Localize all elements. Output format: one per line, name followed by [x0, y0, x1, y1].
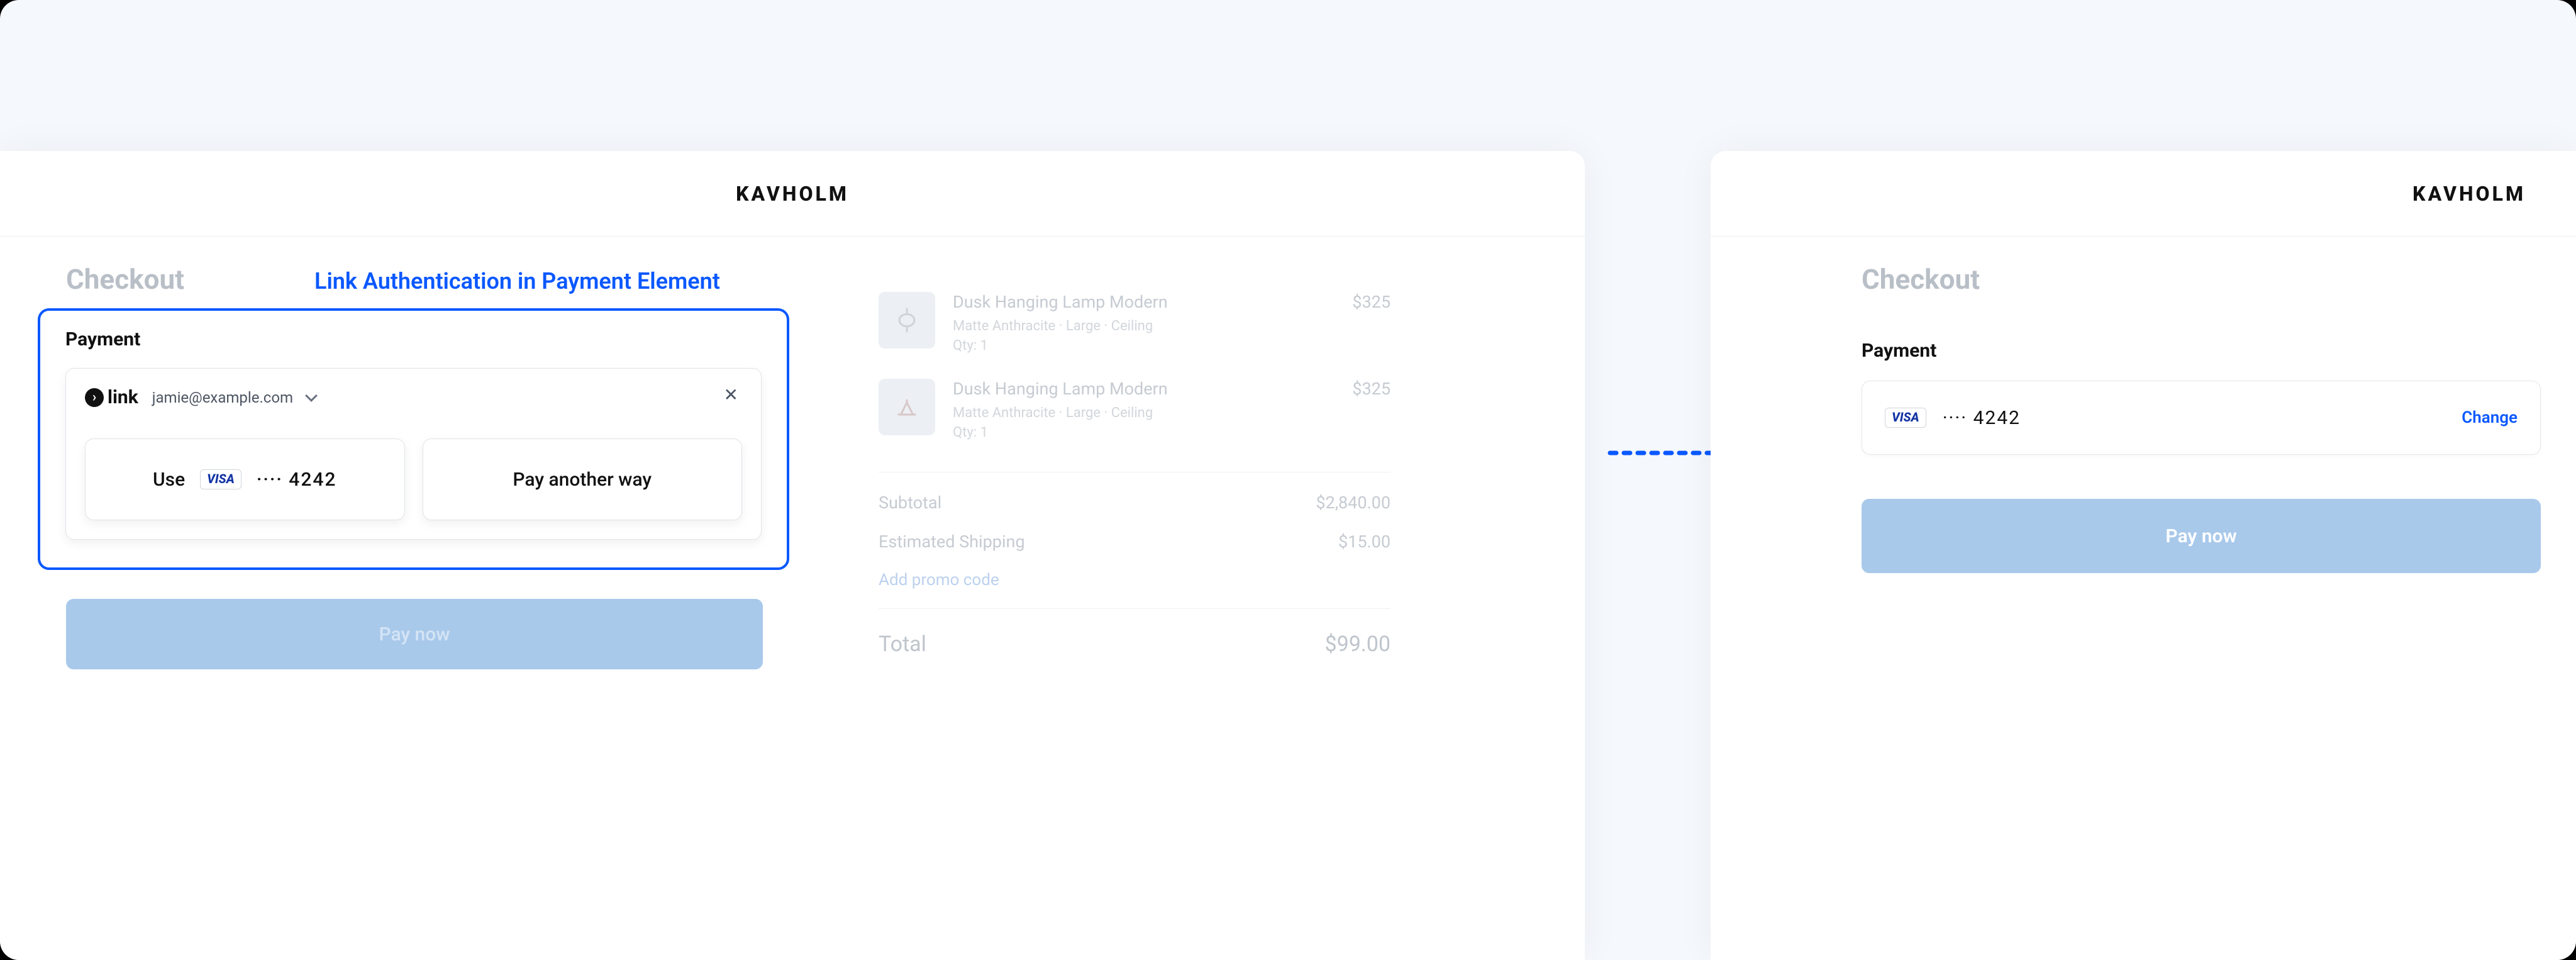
right-checkout-panel: KAVHOLM Checkout Payment VISA ···· 4242 … — [1711, 151, 2576, 960]
brand-logo: KAVHOLM — [0, 151, 1585, 237]
product-meta: Matte Anthracite · Large · Ceiling — [953, 405, 1335, 421]
link-logo-icon: › — [85, 388, 104, 407]
card-last4: ···· 4242 — [1943, 407, 2021, 429]
product-meta: Matte Anthracite · Large · Ceiling — [953, 318, 1335, 334]
line-item: Dusk Hanging Lamp Modern Matte Anthracit… — [879, 372, 1391, 459]
payment-section-label: Payment — [1862, 340, 2541, 362]
saved-card-row: VISA ···· 4242 Change — [1862, 381, 2541, 455]
product-qty: Qty: 1 — [953, 425, 1335, 440]
link-header: › link jamie@example.com ✕ — [85, 386, 742, 408]
product-price: $325 — [1352, 379, 1391, 399]
line-item-info: Dusk Hanging Lamp Modern Matte Anthracit… — [953, 292, 1335, 357]
visa-card-icon: VISA — [1885, 408, 1926, 428]
pay-now-button[interactable]: Pay now — [1862, 499, 2541, 573]
total-row: Total $99.00 — [879, 608, 1391, 657]
order-summary: Dusk Hanging Lamp Modern Matte Anthracit… — [846, 257, 1423, 689]
product-price: $325 — [1352, 292, 1391, 312]
link-auth-box: › link jamie@example.com ✕ Use VISA ····… — [65, 368, 762, 540]
subtotal-value: $2,840.00 — [1316, 493, 1391, 513]
use-label: Use — [153, 469, 185, 491]
checkout-heading: Checkout — [66, 263, 184, 296]
visa-card-icon: VISA — [200, 469, 242, 489]
line-item-info: Dusk Hanging Lamp Modern Matte Anthracit… — [953, 379, 1335, 444]
pay-now-button[interactable]: Pay now — [66, 599, 763, 669]
right-content: Checkout Payment VISA ···· 4242 Change P… — [1711, 237, 2576, 573]
product-thumbnail — [879, 379, 935, 435]
link-email: jamie@example.com — [152, 389, 293, 406]
checkout-heading: Checkout — [1862, 263, 2541, 296]
product-name: Dusk Hanging Lamp Modern — [953, 292, 1335, 312]
product-qty: Qty: 1 — [953, 338, 1335, 354]
brand-logo: KAVHOLM — [1711, 151, 2576, 237]
add-promo-link[interactable]: Add promo code — [879, 571, 1391, 589]
pay-now-label: Pay now — [2165, 525, 2236, 547]
payment-element-highlight: Payment › link jamie@example.com ✕ Use — [38, 308, 789, 570]
shipping-row: Estimated Shipping $15.00 — [879, 532, 1391, 552]
callout-label: Link Authentication in Payment Element — [314, 268, 720, 294]
chevron-down-icon[interactable] — [305, 389, 318, 402]
link-logo-text: link — [108, 386, 138, 408]
link-logo: › link — [85, 386, 138, 408]
change-payment-button[interactable]: Change — [2462, 408, 2518, 427]
total-label: Total — [879, 632, 926, 657]
subtotal-row: Subtotal $2,840.00 — [879, 493, 1391, 513]
payment-choice-buttons: Use VISA ···· 4242 Pay another way — [85, 438, 742, 520]
shipping-value: $15.00 — [1338, 532, 1391, 552]
stage: KAVHOLM Checkout Link Authentication in … — [0, 0, 2576, 960]
pay-another-way-label: Pay another way — [513, 469, 652, 491]
card-last4: ···· 4242 — [257, 469, 337, 491]
left-content: Checkout Link Authentication in Payment … — [0, 237, 1585, 262]
pay-another-way-button[interactable]: Pay another way — [423, 438, 743, 520]
line-item: Dusk Hanging Lamp Modern Matte Anthracit… — [879, 286, 1391, 372]
close-icon[interactable]: ✕ — [724, 386, 738, 404]
shipping-label: Estimated Shipping — [879, 532, 1025, 552]
product-name: Dusk Hanging Lamp Modern — [953, 379, 1335, 399]
product-thumbnail — [879, 292, 935, 349]
payment-section-label: Payment — [65, 328, 762, 350]
total-value: $99.00 — [1324, 632, 1391, 657]
left-checkout-panel: KAVHOLM Checkout Link Authentication in … — [0, 151, 1585, 960]
subtotal-label: Subtotal — [879, 493, 941, 513]
use-saved-card-button[interactable]: Use VISA ···· 4242 — [85, 438, 405, 520]
pay-now-label: Pay now — [379, 623, 450, 645]
